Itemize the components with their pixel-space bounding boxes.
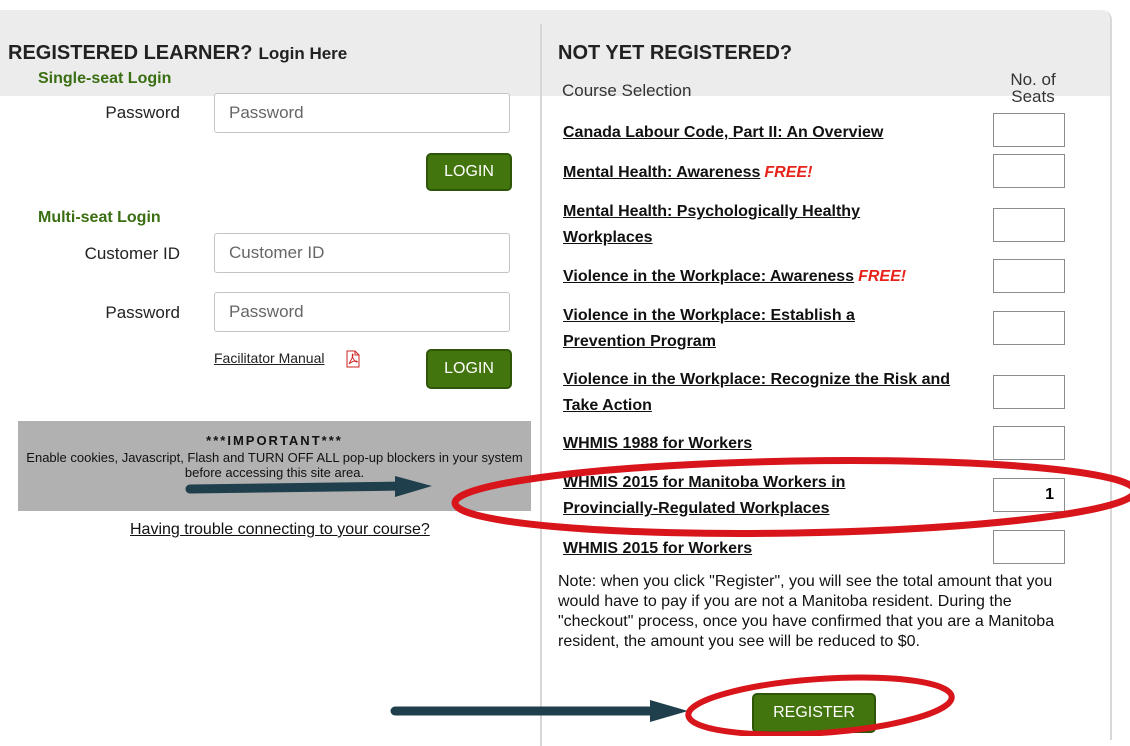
seats-input-violence-prevention-program[interactable] <box>993 311 1065 345</box>
seats-input-whmis-2015-workers[interactable] <box>993 530 1065 564</box>
seats-input-mental-health-workplaces[interactable] <box>993 208 1065 242</box>
login-here-label: Login Here <box>258 44 348 63</box>
course-title: Violence in the Workplace: Establish a P… <box>563 307 855 350</box>
single-seat-login-title: Single-seat Login <box>38 70 172 87</box>
course-title: WHMIS 2015 for Workers <box>563 540 753 557</box>
seats-input-violence-awareness[interactable] <box>993 259 1065 293</box>
customer-id-input[interactable] <box>214 233 510 273</box>
course-link-mental-health-awareness[interactable]: Mental Health: Awareness FREE! <box>563 160 983 186</box>
course-title: WHMIS 1988 for Workers <box>563 435 753 452</box>
important-body: Enable cookies, Javascript, Flash and TU… <box>26 450 523 480</box>
course-link-whmis-1988[interactable]: WHMIS 1988 for Workers <box>563 431 983 457</box>
registered-learner-title: REGISTERED LEARNER? <box>8 42 253 64</box>
seats-input-whmis-1988[interactable] <box>993 426 1065 460</box>
facilitator-manual-link[interactable]: Facilitator Manual <box>214 350 325 366</box>
seats-header-line2: Seats <box>1011 87 1055 106</box>
course-title: Canada Labour Code, Part II: An Overview <box>563 124 884 141</box>
seats-input-canada-labour-code[interactable] <box>993 113 1065 147</box>
important-title: ***IMPORTANT*** <box>206 433 343 448</box>
course-link-mental-health-workplaces[interactable]: Mental Health: Psychologically Healthy W… <box>563 199 923 251</box>
course-title: Mental Health: Awareness <box>563 164 761 181</box>
seats-header-line1: No. of <box>1010 70 1056 89</box>
course-title: Mental Health: Psychologically Healthy W… <box>563 203 860 246</box>
free-badge: FREE! <box>764 164 813 181</box>
registered-learner-heading: REGISTERED LEARNER? Login Here <box>8 42 347 65</box>
trouble-connecting-link[interactable]: Having trouble connecting to your course… <box>130 521 430 539</box>
register-note: Note: when you click "Register", you wil… <box>558 573 1055 650</box>
column-divider <box>540 24 542 746</box>
course-link-violence-awareness[interactable]: Violence in the Workplace: Awareness FREE… <box>563 264 983 290</box>
course-link-violence-prevention-program[interactable]: Violence in the Workplace: Establish a P… <box>563 303 923 355</box>
course-title: Violence in the Workplace: Recognize the… <box>563 371 951 414</box>
single-password-input[interactable] <box>214 93 510 133</box>
single-login-button[interactable]: LOGIN <box>426 153 512 191</box>
course-title: Violence in the Workplace: Awareness <box>563 268 855 285</box>
pdf-icon[interactable] <box>346 350 360 368</box>
single-password-label: Password <box>105 103 180 122</box>
important-notice: ***IMPORTANT*** Enable cookies, Javascri… <box>18 421 531 511</box>
seats-input-mental-health-awareness[interactable] <box>993 154 1065 188</box>
multi-password-input[interactable] <box>214 292 510 332</box>
course-link-whmis-2015-workers[interactable]: WHMIS 2015 for Workers <box>563 536 983 562</box>
multi-login-button[interactable]: LOGIN <box>426 349 512 389</box>
course-link-violence-recognize-risk[interactable]: Violence in the Workplace: Recognize the… <box>563 367 963 419</box>
seats-input-whmis-2015-manitoba[interactable] <box>993 478 1065 512</box>
course-link-canada-labour-code[interactable]: Canada Labour Code, Part II: An Overview <box>563 120 983 146</box>
seats-column-header: No. of Seats <box>998 71 1068 105</box>
multi-seat-login-title: Multi-seat Login <box>38 209 161 226</box>
course-selection-label: Course Selection <box>562 81 692 100</box>
course-link-whmis-2015-manitoba[interactable]: WHMIS 2015 for Manitoba Workers in Provi… <box>563 470 903 522</box>
register-button[interactable]: REGISTER <box>752 693 876 733</box>
free-badge: FREE! <box>858 268 907 285</box>
not-registered-heading: NOT YET REGISTERED? <box>558 42 793 64</box>
customer-id-label: Customer ID <box>84 244 180 263</box>
seats-input-violence-recognize-risk[interactable] <box>993 375 1065 409</box>
course-title: WHMIS 2015 for Manitoba Workers in Provi… <box>563 474 846 517</box>
multi-password-label: Password <box>105 303 180 322</box>
